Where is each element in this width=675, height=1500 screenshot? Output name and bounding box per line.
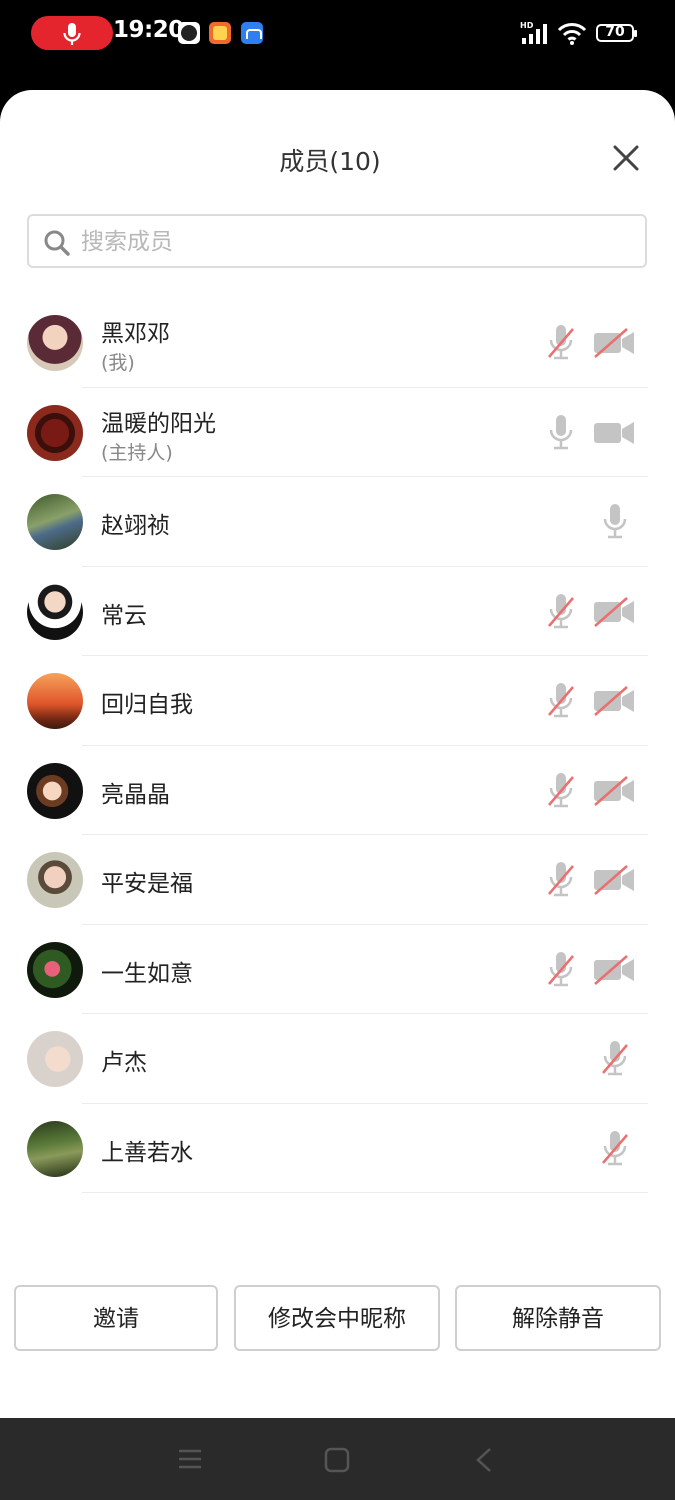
mic-muted-icon[interactable] <box>600 1038 630 1078</box>
member-row[interactable]: 一生如意 <box>0 925 675 1014</box>
avatar <box>27 762 83 819</box>
search-input[interactable] <box>79 224 643 260</box>
avatar <box>27 494 83 550</box>
member-role: (主持人) <box>101 441 173 464</box>
mic-muted-icon[interactable] <box>546 680 576 720</box>
member-row[interactable]: 常云 <box>0 567 675 656</box>
rename-button[interactable]: 修改会中昵称 <box>234 1285 440 1351</box>
recording-indicator[interactable] <box>31 16 113 50</box>
member-name: 常云 <box>101 602 147 629</box>
mic-muted-icon[interactable] <box>546 770 576 810</box>
mic-muted-icon[interactable] <box>600 1128 630 1168</box>
member-row[interactable]: 亮晶晶 <box>0 746 675 835</box>
wifi-icon <box>557 23 587 45</box>
svg-text:HD: HD <box>520 21 534 30</box>
avatar <box>27 315 83 371</box>
avatar <box>27 404 83 461</box>
status-bar: 19:20 HD 70 <box>0 0 675 70</box>
camera-off-icon[interactable] <box>593 686 635 716</box>
camera-off-icon[interactable] <box>593 775 635 806</box>
member-name: 卢杰 <box>101 1050 147 1076</box>
avatar <box>27 673 83 729</box>
mic-muted-icon[interactable] <box>546 591 576 631</box>
member-row[interactable]: 回归自我 <box>0 656 675 746</box>
system-nav-bar <box>0 1418 675 1500</box>
member-name: 平安是福 <box>101 871 193 897</box>
member-row[interactable]: 黑邓邓 (我) <box>0 298 675 388</box>
members-panel: 成员(10) 黑邓邓 (我) 温暖的阳光 (主持人) <box>0 90 675 1418</box>
battery-icon: 70 <box>596 24 637 42</box>
member-name: 黑邓邓 <box>101 321 170 347</box>
camera-off-icon[interactable] <box>593 328 635 358</box>
menu-icon[interactable] <box>177 1447 203 1471</box>
mic-icon[interactable] <box>600 501 630 541</box>
microphone-icon <box>63 23 81 45</box>
mic-muted-icon[interactable] <box>546 859 576 899</box>
avatar <box>27 1031 83 1087</box>
camera-off-icon[interactable] <box>593 954 635 985</box>
member-row[interactable]: 赵翊祯 <box>0 477 675 567</box>
camera-off-icon[interactable] <box>593 596 635 627</box>
close-icon[interactable] <box>608 140 644 176</box>
member-name: 亮晶晶 <box>101 781 170 808</box>
member-row[interactable]: 上善若水 <box>0 1104 675 1193</box>
member-name: 上善若水 <box>101 1139 193 1166</box>
app-notification-icon <box>209 22 231 44</box>
panel-title: 成员(10) <box>279 147 381 176</box>
unmute-all-button[interactable]: 解除静音 <box>455 1285 661 1351</box>
mic-icon[interactable] <box>546 412 576 452</box>
avatar <box>27 941 83 998</box>
member-row[interactable]: 平安是福 <box>0 835 675 925</box>
member-row[interactable]: 卢杰 <box>0 1014 675 1104</box>
member-role: (我) <box>101 352 135 374</box>
home-icon[interactable] <box>324 1447 350 1473</box>
clock: 19:20 <box>113 17 184 43</box>
avatar <box>27 852 83 908</box>
invite-button[interactable]: 邀请 <box>14 1285 218 1351</box>
mic-muted-icon[interactable] <box>546 322 576 362</box>
back-icon[interactable] <box>474 1447 494 1473</box>
search-icon <box>44 230 70 256</box>
member-name: 赵翊祯 <box>101 513 170 539</box>
member-name: 温暖的阳光 <box>101 410 216 437</box>
member-name: 回归自我 <box>101 692 193 718</box>
battery-level: 70 <box>605 24 625 40</box>
member-row[interactable]: 温暖的阳光 (主持人) <box>0 388 675 477</box>
app-notification-icon <box>178 22 200 44</box>
camera-icon[interactable] <box>593 418 635 448</box>
avatar <box>27 583 83 640</box>
avatar <box>27 1120 83 1177</box>
member-list: 黑邓邓 (我) 温暖的阳光 (主持人) 赵翊祯 常云 回归自我 亮晶晶 平安是福… <box>0 298 675 1193</box>
member-name: 一生如意 <box>101 960 193 987</box>
app-notification-icon <box>241 22 263 44</box>
mic-muted-icon[interactable] <box>546 949 576 989</box>
search-box[interactable] <box>27 214 647 268</box>
camera-off-icon[interactable] <box>593 865 635 895</box>
signal-icon: HD <box>520 21 547 44</box>
